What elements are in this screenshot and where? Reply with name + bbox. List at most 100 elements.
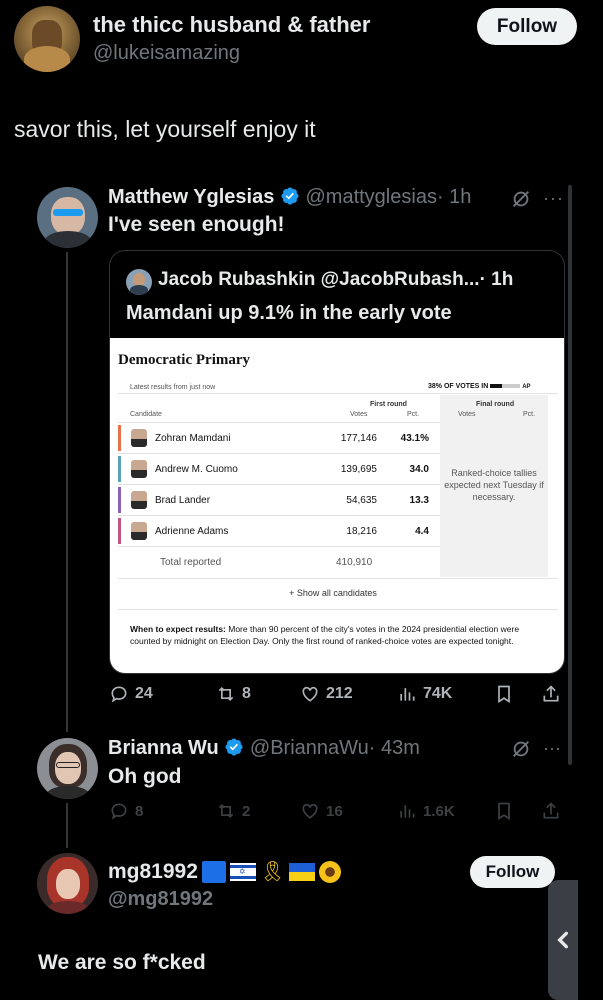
views-button[interactable]: 1.6K [397, 801, 455, 821]
avatar-mg81992[interactable] [37, 853, 98, 914]
reply3-display-name[interactable]: mg81992 [108, 860, 198, 884]
israel-flag-icon: ✡ [229, 863, 256, 881]
scrollbar[interactable] [568, 185, 572, 765]
repost-button[interactable]: 2 [216, 801, 250, 821]
col-candidate: Candidate [130, 411, 162, 418]
reply-count: 24 [135, 685, 153, 702]
like-icon [302, 803, 318, 819]
like-button[interactable]: 16 [300, 801, 343, 821]
total-label: Total reported [160, 557, 222, 568]
quote-handle: @JacobRubash... [320, 269, 480, 290]
candidate-pct: 43.1% [400, 432, 429, 444]
candidate-pct: 4.4 [415, 525, 429, 537]
reply-count: 8 [135, 802, 144, 820]
like-count: 212 [326, 685, 353, 702]
bookmark-icon[interactable] [494, 801, 514, 821]
candidate-votes: 177,146 [340, 432, 377, 444]
verified-badge-icon [225, 738, 243, 756]
views-icon [400, 688, 415, 701]
candidate-name: Zohran Mamdani [155, 432, 231, 444]
reply-header: Matthew Yglesias @mattyglesias· 1h [108, 186, 471, 209]
reply-display-name[interactable]: Matthew Yglesias [108, 186, 274, 208]
reply3-header: mg81992 ✡ 🎗 [108, 860, 342, 884]
bookmark-icon[interactable] [494, 684, 514, 704]
reply-button[interactable]: 8 [109, 801, 143, 821]
votes-in-label: 38% OF VOTES IN AP [428, 383, 531, 390]
col-pct: Pct. [407, 411, 420, 418]
ranked-choice-note: Ranked-choice tallies expected next Tues… [444, 468, 544, 502]
candidate-row: Adrienne Adams 18,216 4.4 [118, 515, 440, 546]
grok-icon[interactable] [510, 738, 532, 760]
verified-badge-icon [281, 187, 299, 205]
thread-line-2 [66, 803, 68, 848]
reply-button[interactable]: 24 [109, 684, 153, 704]
reply2-handle[interactable]: @BriannaWu [250, 737, 369, 759]
reply-icon [111, 686, 127, 703]
avatar-briannawu[interactable] [37, 738, 98, 799]
repost-icon [218, 686, 234, 702]
reply2-time[interactable]: · 43m [369, 737, 420, 759]
col-votes-final: Votes [458, 411, 476, 418]
reply1-actions: 24 8 212 74K [109, 683, 569, 705]
follow-button[interactable]: Follow [477, 8, 577, 45]
views-count: 74K [423, 685, 453, 702]
repost-button[interactable]: 8 [216, 684, 251, 704]
candidate-votes: 139,695 [340, 463, 377, 475]
reply2-display-name[interactable]: Brianna Wu [108, 737, 219, 759]
more-options-icon[interactable]: ··· [543, 738, 561, 759]
col-votes: Votes [350, 411, 368, 418]
candidate-color-swatch [118, 487, 121, 513]
expect-results-note: When to expect results: More than 90 per… [130, 623, 540, 647]
quote-text: Mamdani up 9.1% in the early vote [126, 302, 452, 324]
total-votes: 410,910 [336, 557, 373, 568]
candidate-row: Brad Lander 54,635 13.3 [118, 484, 440, 515]
more-options-icon[interactable]: ··· [543, 188, 564, 209]
candidate-name: Brad Lander [155, 494, 211, 506]
avatar-lukeisamazing[interactable] [14, 6, 80, 72]
candidate-row: Zohran Mamdani 177,146 43.1% [118, 422, 440, 453]
follow-button[interactable]: Follow [470, 856, 555, 888]
candidate-pct: 34.0 [409, 463, 429, 475]
like-button[interactable]: 212 [300, 684, 353, 704]
candidate-votes: 18,216 [346, 525, 377, 537]
author-handle[interactable]: @lukeisamazing [93, 42, 240, 65]
candidate-pct: 13.3 [409, 494, 429, 506]
quoted-post-card[interactable]: Jacob Rubashkin @JacobRubash...· 1h Mamd… [109, 250, 565, 674]
results-title: Democratic Primary [118, 352, 251, 368]
repost-icon [218, 803, 234, 819]
grok-icon[interactable] [510, 188, 532, 210]
reply-time[interactable]: · 1h [437, 186, 471, 208]
candidate-photo [131, 522, 147, 540]
share-icon[interactable] [541, 801, 561, 821]
views-count: 1.6K [423, 802, 455, 820]
avatar-jacobrubashkin[interactable] [126, 269, 152, 295]
sunflower-icon [319, 861, 342, 883]
show-all-candidates-link[interactable]: + Show all candidates [110, 588, 556, 598]
reply-text: I've seen enough! [108, 213, 285, 236]
views-button[interactable]: 74K [397, 684, 452, 704]
thread-line [66, 252, 68, 732]
reply-handle[interactable]: @mattyglesias [305, 186, 436, 208]
reply2-text: Oh god [108, 765, 182, 788]
candidate-photo [131, 491, 147, 509]
final-round-label: Final round [476, 401, 515, 408]
ap-label: AP [522, 384, 531, 390]
election-results-image[interactable]: Democratic Primary Latest results from j… [110, 338, 564, 673]
share-icon[interactable] [541, 684, 561, 704]
post-text: savor this, let yourself enjoy it [14, 116, 316, 142]
chevron-left-icon [557, 931, 568, 949]
votes-progress-bar [490, 384, 521, 389]
author-display-name[interactable]: the thicc husband & father [93, 12, 370, 38]
quote-time: · 1h [479, 269, 514, 290]
candidate-color-swatch [118, 456, 121, 482]
repost-count: 2 [242, 802, 251, 820]
repost-count: 8 [242, 685, 251, 702]
reply2-actions: 8 2 16 1.6K [109, 800, 569, 822]
first-round-label: First round [370, 401, 407, 408]
candidate-name: Andrew M. Cuomo [155, 463, 238, 475]
reply3-handle[interactable]: @mg81992 [108, 888, 213, 911]
candidate-color-swatch [118, 518, 121, 544]
side-panel-handle[interactable] [548, 880, 578, 1000]
avatar-mattyglesias[interactable] [37, 187, 98, 248]
reply2-header: Brianna Wu @BriannaWu· 43m [108, 737, 420, 760]
